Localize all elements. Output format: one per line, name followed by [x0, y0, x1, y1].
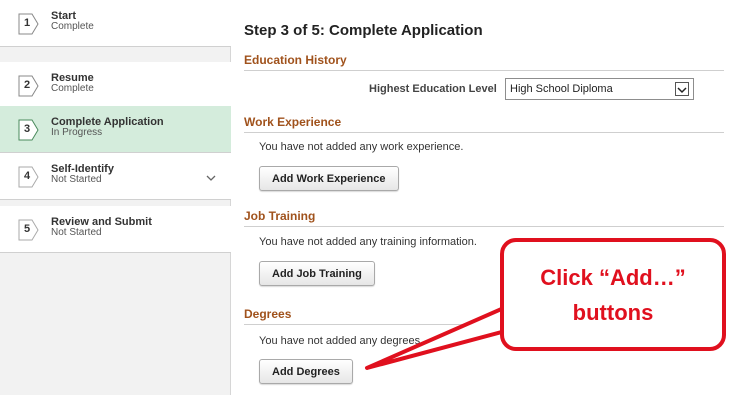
callout-text-line2: buttons — [572, 300, 654, 325]
callout-text-line1: Click “Add…” — [540, 265, 686, 290]
instruction-callout: Click “Add…” buttons — [500, 238, 726, 351]
